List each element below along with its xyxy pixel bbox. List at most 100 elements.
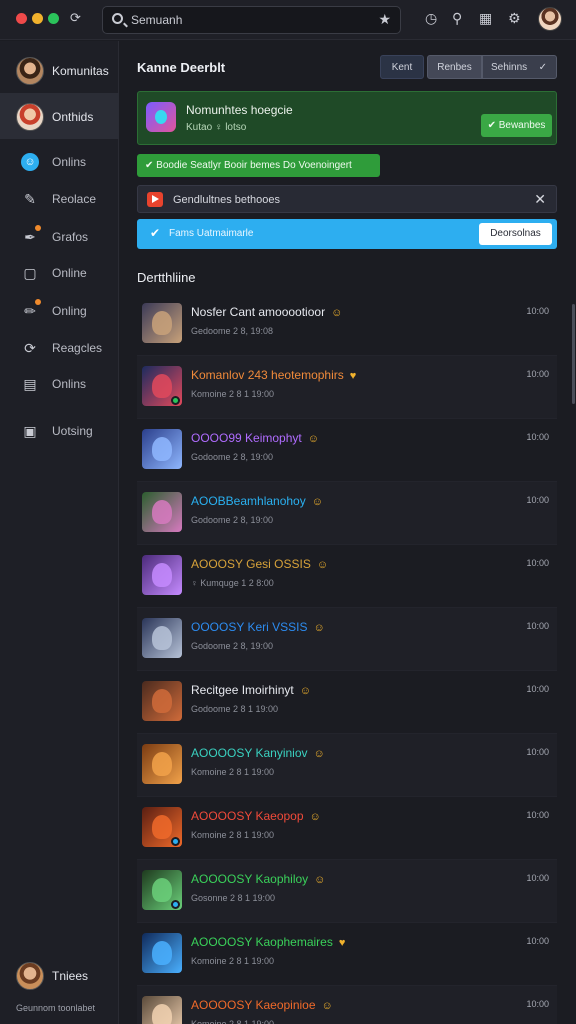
avatar [142, 618, 182, 658]
list-item-time: 10:00 [526, 810, 549, 820]
conversation-list: Nosfer Cant amooootioor ☺ Gedoome 2 8, 19:… [137, 293, 557, 1024]
list-item-time: 10:00 [526, 558, 549, 568]
segment-kent[interactable]: Kent [380, 55, 424, 79]
status-indicator [171, 900, 180, 909]
sidebar-user-komunitas[interactable]: Komunitas [0, 47, 119, 93]
sidebar-footer-user[interactable]: Tniees [0, 958, 119, 998]
list-item[interactable]: OOOOSY Keri VSSIS ☺ Godoome 2 8, 19:00 10:0… [137, 608, 557, 671]
list-item-time: 10:00 [526, 936, 549, 946]
list-item-name: AOOBBeamhlanohoy ☺ [191, 494, 323, 508]
list-item[interactable]: Komanlov 243 heotemophirs ♥ Komoine 2 8 1 … [137, 356, 557, 419]
list-item-name: AOOOOSY Kaophiloy ☺ [191, 872, 326, 886]
avatar [142, 681, 182, 721]
page-title: Kanne Deerblt [137, 60, 226, 75]
list-item-time: 10:00 [526, 999, 549, 1009]
section-title: Dertthliine [137, 270, 196, 285]
chart-icon: ▤ [23, 376, 37, 392]
avatar [16, 103, 44, 131]
list-item-subtitle: Godoome 2 8, 19:00 [191, 452, 274, 462]
minimize-window-button[interactable] [32, 13, 43, 24]
close-window-button[interactable] [16, 13, 27, 24]
promo-card: Nomunhtes hoegcie Kutao ♀ lotso ✔ Bewanb… [137, 91, 557, 145]
clock-icon[interactable]: ◷ [425, 10, 437, 27]
sidebar-item-grafos[interactable]: ✒ Grafos [0, 220, 119, 254]
avatar [16, 962, 44, 990]
list-item-name: AOOOSY Gesi OSSIS ☺ [191, 557, 329, 571]
emoji-icon: ☺ [307, 433, 319, 445]
sidebar-item-onling[interactable]: ✏ Onling [0, 294, 119, 328]
maximize-window-button[interactable] [48, 13, 59, 24]
profile-avatar[interactable] [538, 7, 562, 31]
emoji-icon: ☺ [321, 1000, 333, 1012]
refresh-icon[interactable]: ⟳ [70, 10, 81, 26]
list-item[interactable]: AOOOOSY Kaophiloy ☺ Gosonne 2 8 1 19:00 10:… [137, 860, 557, 923]
scrollbar[interactable] [572, 304, 575, 404]
star-icon[interactable]: ★ [378, 11, 391, 28]
list-item[interactable]: OOOO99 Keimophyt ☺ Godoome 2 8, 19:00 10:00 [137, 419, 557, 482]
promo-button[interactable]: ✔ Bewanbes [481, 114, 552, 137]
gear-icon[interactable]: ⚙ [508, 10, 521, 27]
emoji-icon: ☺ [299, 685, 311, 697]
sidebar-item-label: Onlins [52, 377, 87, 391]
sidebar-item-reagcles[interactable]: ⟳ Reagcles [0, 331, 119, 365]
list-item[interactable]: AOOOOSY Kaeopinioe ☺ Komoine 2 8 1 19:00 10… [137, 986, 557, 1024]
notice-text: Gendlultnes bethooes [173, 194, 281, 206]
segment-sehinns[interactable]: Sehinns ✓ [482, 55, 557, 79]
avatar [142, 933, 182, 973]
avatar [16, 57, 44, 85]
check-icon: ✓ [538, 62, 547, 73]
segment-renbes[interactable]: Renbes [427, 55, 482, 79]
puzzle-icon[interactable]: ▦ [479, 10, 492, 27]
sidebar-item-online[interactable]: ▢ Online [0, 256, 119, 290]
sidebar-item-label: Onlins [52, 155, 87, 169]
list-item[interactable]: AOOBBeamhlanohoy ☺ Godoome 2 8, 19:00 10:00 [137, 482, 557, 545]
sidebar-user-onthids[interactable]: Onthids [0, 93, 119, 139]
list-item[interactable]: Nosfer Cant amooootioor ☺ Gedoome 2 8, 19:… [137, 293, 557, 356]
info-bar: ✔ Fams Uatmaimarle Deorsolnas [137, 219, 557, 249]
sidebar-item-reolace[interactable]: ✎ Reolace [0, 182, 119, 216]
list-item[interactable]: AOOOOSY Kaeopop ☺ Komoine 2 8 1 19:00 10:00 [137, 797, 557, 860]
list-item[interactable]: Recitgee Imoirhinyt ☺ Godoome 2 8 1 19:00 1… [137, 671, 557, 734]
pin-icon[interactable]: ⚲ [452, 10, 462, 27]
close-icon[interactable]: ✕ [534, 191, 546, 208]
list-item-name: Komanlov 243 heotemophirs ♥ [191, 368, 357, 382]
success-pill[interactable]: ✔ Boodie Seatlyr Booir bemes Do Voenoing… [137, 154, 380, 177]
list-item-name: AOOOOSY Kaeopop ☺ [191, 809, 321, 823]
notification-dot [35, 225, 41, 231]
info-button[interactable]: Deorsolnas [479, 223, 552, 245]
list-item-time: 10:00 [526, 684, 549, 694]
segment-label: Sehinns [491, 62, 528, 73]
sidebar-item-label: Online [52, 266, 87, 280]
avatar [142, 996, 182, 1024]
sidebar-user-label: Komunitas [52, 64, 109, 78]
avatar [142, 303, 182, 343]
promo-title: Nomunhtes hoegcie [186, 103, 293, 117]
emoji-icon: ☺ [313, 748, 325, 760]
sidebar-item-onlins-2[interactable]: ▤ Onlins [0, 367, 119, 401]
avatar [142, 744, 182, 784]
emoji-icon: ♥ [338, 937, 346, 949]
main-panel: Kanne Deerblt Kent Renbes Sehinns ✓ Nomu… [120, 41, 576, 1024]
sidebar-item-uotsing[interactable]: ▣ Uotsing [0, 414, 119, 448]
list-item-time: 10:00 [526, 747, 549, 757]
list-item[interactable]: AOOOOSY Kanyiniov ☺ Komoine 2 8 1 19:00 10:… [137, 734, 557, 797]
square-icon: ▢ [23, 265, 37, 281]
sidebar: Komunitas Onthids ☺ Onlins ✎ Reolace ✒ G… [0, 41, 119, 1024]
emoji-icon: ☺ [311, 496, 323, 508]
list-item-name: Recitgee Imoirhinyt ☺ [191, 683, 311, 697]
play-icon [147, 192, 163, 207]
list-item-subtitle: Godoome 2 8, 19:00 [191, 515, 274, 525]
search-input[interactable]: Semuanh ★ [102, 6, 401, 34]
status-indicator [171, 837, 180, 846]
list-item[interactable]: AOOOSY Gesi OSSIS ☺ ♀ Kumquge 1 2 8:00 10:0… [137, 545, 557, 608]
sidebar-item-onlins[interactable]: ☺ Onlins [0, 145, 119, 179]
avatar [142, 492, 182, 532]
list-item-subtitle: Komoine 2 8 1 19:00 [191, 767, 275, 777]
list-item-subtitle: Godoome 2 8 1 19:00 [191, 704, 279, 714]
check-icon: ✔ [150, 226, 161, 240]
sidebar-item-label: Onling [52, 304, 87, 318]
sidebar-item-label: Uotsing [52, 424, 93, 438]
list-item[interactable]: AOOOOSY Kaophemaires ♥ Komoine 2 8 1 19:00… [137, 923, 557, 986]
list-item-subtitle: ♀ Kumquge 1 2 8:00 [191, 578, 274, 588]
list-item-name: AOOOOSY Kanyiniov ☺ [191, 746, 325, 760]
